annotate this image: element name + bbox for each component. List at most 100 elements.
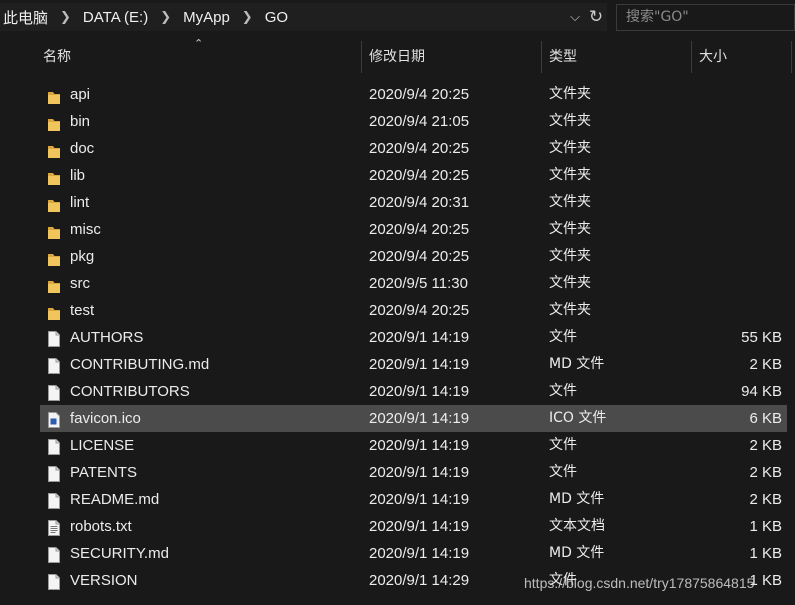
file-type: MD 文件: [549, 356, 605, 372]
file-type: 文件夹: [549, 113, 591, 129]
folder-icon: [47, 135, 63, 162]
file-icon: [47, 432, 63, 459]
file-type: 文件夹: [549, 167, 591, 183]
file-row[interactable]: README.md 2020/9/1 14:19 MD 文件 2 KB: [20, 486, 795, 513]
file-row[interactable]: src 2020/9/5 11:30 文件夹: [20, 270, 795, 297]
file-row[interactable]: AUTHORS 2020/9/1 14:19 文件 55 KB: [20, 324, 795, 351]
file-row[interactable]: CONTRIBUTING.md 2020/9/1 14:19 MD 文件 2 KB: [20, 351, 795, 378]
chevron-right-icon[interactable]: ❯: [233, 9, 262, 25]
file-name: AUTHORS: [70, 329, 144, 346]
file-type: 文件夹: [549, 248, 591, 264]
file-modified-date: 2020/9/1 14:19: [369, 518, 470, 535]
file-icon: [47, 567, 63, 594]
column-divider[interactable]: [791, 41, 792, 73]
navigation-pane-edge: [0, 36, 20, 605]
file-size: 94 KB: [741, 383, 782, 400]
refresh-icon[interactable]: ↻: [585, 7, 607, 27]
file-modified-date: 2020/9/4 20:25: [369, 167, 470, 184]
file-name: lib: [70, 167, 86, 184]
file-modified-date: 2020/9/4 20:25: [369, 302, 470, 319]
file-row[interactable]: api 2020/9/4 20:25 文件夹: [20, 81, 795, 108]
file-name: bin: [70, 113, 91, 130]
file-type: 文件夹: [549, 140, 591, 156]
file-size: 2 KB: [749, 464, 782, 481]
breadcrumb-this-pc[interactable]: 此电脑: [0, 7, 51, 28]
file-modified-date: 2020/9/4 21:05: [369, 113, 470, 130]
file-size: 6 KB: [749, 410, 782, 427]
file-row[interactable]: lint 2020/9/4 20:31 文件夹: [20, 189, 795, 216]
file-name: robots.txt: [70, 518, 132, 535]
file-row[interactable]: robots.txt 2020/9/1 14:19 文本文档 1 KB: [20, 513, 795, 540]
file-name: README.md: [70, 491, 160, 508]
file-row[interactable]: LICENSE 2020/9/1 14:19 文件 2 KB: [20, 432, 795, 459]
file-type: 文件: [549, 437, 577, 453]
search-input[interactable]: 搜索"GO": [616, 4, 795, 31]
file-row[interactable]: lib 2020/9/4 20:25 文件夹: [20, 162, 795, 189]
file-row[interactable]: bin 2020/9/4 21:05 文件夹: [20, 108, 795, 135]
file-size: 2 KB: [749, 491, 782, 508]
file-type: 文件: [549, 329, 577, 345]
file-modified-date: 2020/9/1 14:19: [369, 410, 470, 427]
file-name: VERSION: [70, 572, 138, 589]
column-header-name[interactable]: 名称: [35, 41, 361, 73]
file-row[interactable]: pkg 2020/9/4 20:25 文件夹: [20, 243, 795, 270]
file-row[interactable]: SECURITY.md 2020/9/1 14:19 MD 文件 1 KB: [20, 540, 795, 567]
file-modified-date: 2020/9/4 20:31: [369, 194, 470, 211]
file-type: 文件夹: [549, 194, 591, 210]
file-modified-date: 2020/9/4 20:25: [369, 248, 470, 265]
file-name: lint: [70, 194, 90, 211]
watermark-text: https://blog.csdn.net/try17875864815: [524, 575, 755, 591]
breadcrumb-go[interactable]: GO: [262, 9, 291, 26]
file-type: 文件夹: [549, 221, 591, 237]
file-modified-date: 2020/9/1 14:19: [369, 545, 470, 562]
folder-icon: [47, 162, 63, 189]
column-header-date[interactable]: 修改日期: [361, 41, 541, 73]
image-file-icon: [47, 405, 63, 432]
file-size: 1 KB: [749, 518, 782, 535]
file-modified-date: 2020/9/1 14:29: [369, 572, 470, 589]
column-header-type[interactable]: 类型: [541, 41, 691, 73]
file-name: LICENSE: [70, 437, 135, 454]
breadcrumb-data-drive[interactable]: DATA (E:): [80, 9, 151, 26]
file-modified-date: 2020/9/4 20:25: [369, 140, 470, 157]
file-size: 55 KB: [741, 329, 782, 346]
file-icon: [47, 351, 63, 378]
breadcrumb-myapp[interactable]: MyApp: [180, 9, 233, 26]
address-bar[interactable]: 此电脑 ❯ DATA (E:) ❯ MyApp ❯ GO ⌵ ↻: [0, 3, 607, 31]
file-name: CONTRIBUTORS: [70, 383, 190, 400]
address-history-chevron-down-icon[interactable]: ⌵: [565, 9, 585, 25]
file-type: 文本文档: [549, 518, 605, 534]
folder-icon: [47, 297, 63, 324]
file-size: 2 KB: [749, 356, 782, 373]
file-name: CONTRIBUTING.md: [70, 356, 210, 373]
folder-icon: [47, 81, 63, 108]
file-name: test: [70, 302, 95, 319]
folder-icon: [47, 270, 63, 297]
file-type: 文件夹: [549, 86, 591, 102]
file-row[interactable]: PATENTS 2020/9/1 14:19 文件 2 KB: [20, 459, 795, 486]
chevron-right-icon[interactable]: ❯: [151, 9, 180, 25]
file-row[interactable]: favicon.ico 2020/9/1 14:19 ICO 文件 6 KB: [20, 405, 795, 432]
file-type: MD 文件: [549, 545, 605, 561]
folder-icon: [47, 189, 63, 216]
column-header-row: ⌃ 名称 修改日期 类型 大小: [20, 38, 795, 73]
file-name: api: [70, 86, 91, 103]
file-size: 1 KB: [749, 545, 782, 562]
folder-icon: [47, 243, 63, 270]
file-name: src: [70, 275, 90, 292]
file-row[interactable]: CONTRIBUTORS 2020/9/1 14:19 文件 94 KB: [20, 378, 795, 405]
column-header-size[interactable]: 大小: [691, 41, 791, 73]
file-icon: [47, 324, 63, 351]
file-row[interactable]: test 2020/9/4 20:25 文件夹: [20, 297, 795, 324]
folder-icon: [47, 216, 63, 243]
file-type: MD 文件: [549, 491, 605, 507]
file-modified-date: 2020/9/5 11:30: [369, 275, 468, 292]
chevron-right-icon[interactable]: ❯: [51, 9, 80, 25]
file-row[interactable]: misc 2020/9/4 20:25 文件夹: [20, 216, 795, 243]
file-row[interactable]: doc 2020/9/4 20:25 文件夹: [20, 135, 795, 162]
file-modified-date: 2020/9/4 20:25: [369, 221, 470, 238]
file-modified-date: 2020/9/1 14:19: [369, 437, 470, 454]
file-name: favicon.ico: [70, 410, 141, 427]
address-toolbar: 此电脑 ❯ DATA (E:) ❯ MyApp ❯ GO ⌵ ↻ 搜索"GO": [0, 0, 795, 36]
file-type: 文件: [549, 464, 577, 480]
